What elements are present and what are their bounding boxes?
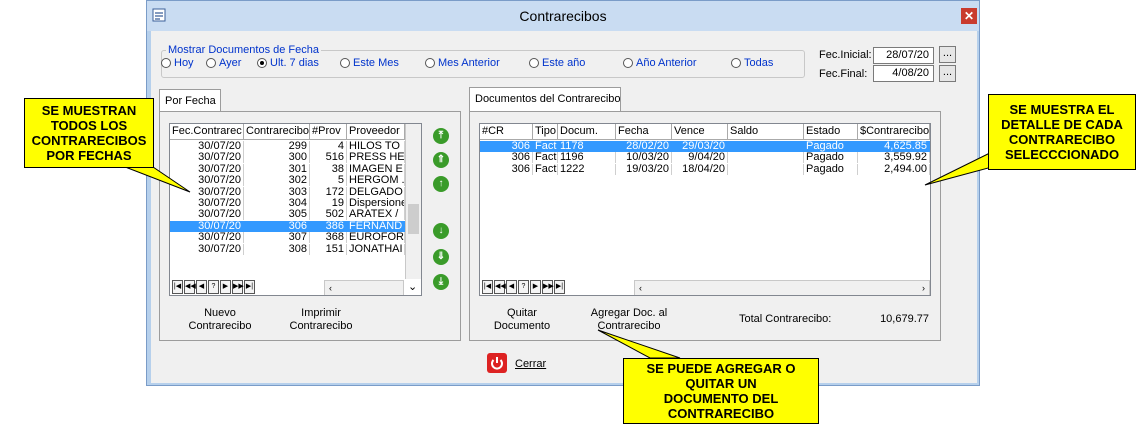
callout-bottom: SE PUEDE AGREGAR O QUITAR UN DOCUMENTO D… [623,358,819,424]
callout-left: SE MUESTRAN TODOS LOS CONTRARECIBOS POR … [24,98,154,168]
callout-right: SE MUESTRA EL DETALLE DE CADA CONTRARECI… [988,94,1136,170]
callout-pointers [119,147,1020,359]
